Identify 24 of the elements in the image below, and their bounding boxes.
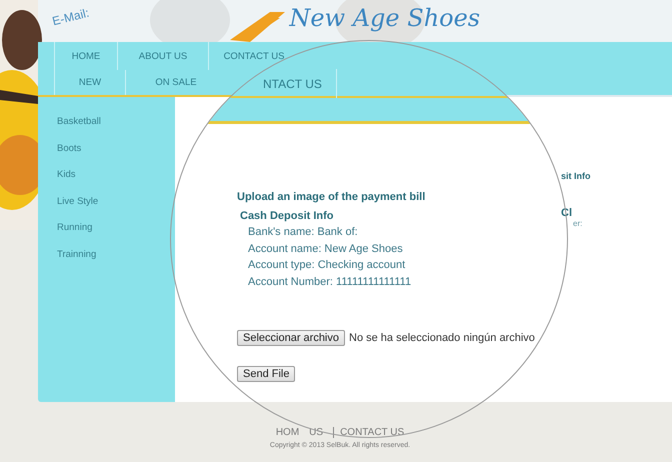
account-detail: Account type: Checking account (248, 258, 406, 273)
nav-link[interactable]: NEW (54, 70, 125, 95)
site-logo: New Age Shoes (289, 6, 480, 30)
section-heading: sit Info (561, 171, 590, 181)
nav-link[interactable]: ON SALE (125, 70, 226, 95)
category-link[interactable]: Live Style (57, 194, 175, 208)
account-detail: Account name: New Age Shoes (248, 242, 404, 256)
account-detail: Account Number: 11111111111111 (248, 274, 412, 290)
footer-link[interactable]: CONTACT US (333, 427, 404, 438)
section-heading: Cash Deposit Info (240, 210, 335, 222)
category-link[interactable]: Kids (57, 168, 175, 181)
section-heading: Cl (561, 207, 573, 219)
field-label: er: (573, 219, 584, 228)
email-label: E-Mail: (50, 6, 90, 28)
send-file-button[interactable]: Send File (237, 366, 296, 382)
account-detail: Bank's name: Bank of: (248, 225, 359, 240)
choose-file-button[interactable]: Seleccionar archivo (237, 330, 345, 346)
category-link[interactable]: Trainning (57, 248, 175, 260)
upload-title: Upload an image of the payment bill (237, 191, 426, 203)
footer-link[interactable]: HOM (276, 427, 300, 438)
category-link[interactable]: Boots (57, 142, 175, 154)
category-link[interactable]: Running (57, 221, 175, 234)
file-status: No se ha seleccionado ningún archivo (349, 332, 535, 344)
category-link[interactable]: Basketball (57, 115, 175, 128)
